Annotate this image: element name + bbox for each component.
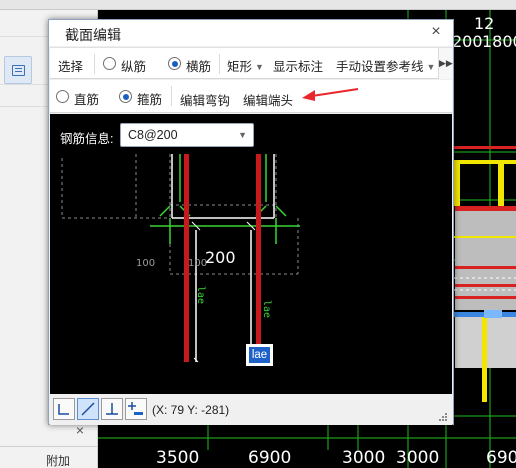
diagonal-line-icon bbox=[81, 402, 95, 416]
dim-small-left: 100 bbox=[136, 258, 155, 269]
rebar-info-label: 钢筋信息: bbox=[60, 132, 114, 146]
line-mode-button[interactable] bbox=[77, 398, 99, 420]
longitudinal-radio[interactable] bbox=[103, 57, 116, 70]
perpendicular-snap-button[interactable] bbox=[101, 398, 123, 420]
bottom-dim-5: 690 bbox=[486, 448, 516, 468]
cursor-coordinates: (X: 79 Y: -281) bbox=[152, 403, 230, 417]
toolbar-divider bbox=[171, 86, 172, 106]
status-bar: (X: 79 Y: -281) bbox=[50, 395, 452, 425]
ortho-mode-button[interactable] bbox=[53, 398, 75, 420]
dialog-title-bar[interactable]: 截面编辑 × bbox=[49, 20, 453, 46]
chevron-down-icon: ▼ bbox=[426, 62, 436, 72]
shape-dropdown[interactable]: 矩形 ▼ bbox=[227, 56, 264, 75]
toolbar-divider bbox=[94, 54, 95, 74]
add-point-button[interactable] bbox=[125, 398, 147, 420]
annotation-arrow-icon bbox=[302, 88, 359, 101]
transverse-label[interactable]: 横筋 bbox=[186, 56, 211, 75]
document-icon[interactable] bbox=[4, 56, 32, 84]
chevron-down-icon: ▼ bbox=[255, 62, 264, 72]
close-button[interactable]: × bbox=[427, 23, 445, 41]
edit-end-button[interactable]: 编辑端头 bbox=[243, 90, 293, 109]
top-dim-12: 12 bbox=[474, 14, 495, 33]
left-panel-divider bbox=[0, 446, 98, 447]
app-top-bar bbox=[0, 0, 516, 10]
stirrup-radio[interactable] bbox=[119, 90, 132, 103]
top-dim-200: 200 bbox=[452, 32, 483, 51]
toolbar-primary: 选择 纵筋 横筋 矩形 ▼ 显示标注 手动设置参考线 ▼ ▶▶ bbox=[50, 47, 453, 79]
edit-hook-button[interactable]: 编辑弯钩 bbox=[180, 90, 230, 109]
plus-line-icon bbox=[128, 402, 143, 415]
lae-label-right: lae bbox=[261, 300, 272, 318]
bottom-dim-2: 6900 bbox=[248, 448, 292, 468]
longitudinal-label[interactable]: 纵筋 bbox=[121, 56, 146, 75]
shape-dropdown-value: 矩形 bbox=[227, 60, 253, 74]
straight-bar-label[interactable]: 直筋 bbox=[74, 89, 99, 108]
toolbar-secondary: 直筋 箍筋 编辑弯钩 编辑端头 bbox=[50, 80, 452, 113]
rebar-info-value: C8@200 bbox=[128, 128, 178, 142]
resize-grip-icon[interactable] bbox=[438, 412, 448, 422]
panel-close-icon[interactable]: × bbox=[74, 423, 86, 437]
toolbar-divider bbox=[219, 54, 220, 74]
section-canvas[interactable]: 100 100 lae lae 钢筋信息: C8@200 ▼ 200 lae bbox=[50, 114, 452, 394]
corner-snap-icon bbox=[58, 404, 69, 415]
perpendicular-icon bbox=[106, 403, 118, 415]
manual-reference-label: 手动设置参考线 bbox=[336, 60, 424, 74]
manual-reference-dropdown[interactable]: 手动设置参考线 ▼ bbox=[336, 56, 435, 75]
top-dim-1800: 1800 bbox=[482, 32, 516, 51]
lae-tag[interactable]: lae bbox=[246, 344, 273, 366]
rebar-info-select[interactable]: C8@200 ▼ bbox=[120, 123, 254, 147]
bottom-dim-4: 3000 bbox=[396, 448, 440, 468]
dialog-title: 截面编辑 bbox=[65, 27, 121, 43]
section-edit-dialog: 截面编辑 × 选择 纵筋 横筋 矩形 ▼ 显示标注 手动设置参考线 ▼ ▶▶ 直筋 … bbox=[48, 19, 454, 425]
bottom-dim-1: 3500 bbox=[156, 448, 200, 468]
select-button[interactable]: 选择 bbox=[58, 56, 83, 75]
toolbar-overflow-button[interactable]: ▶▶ bbox=[438, 48, 453, 79]
lae-tag-text: lae bbox=[249, 347, 270, 363]
lae-label-left: lae bbox=[195, 286, 206, 304]
dimension-200: 200 bbox=[205, 248, 236, 267]
straight-bar-radio[interactable] bbox=[56, 90, 69, 103]
stirrup-label[interactable]: 箍筋 bbox=[137, 89, 162, 108]
transverse-radio[interactable] bbox=[168, 57, 181, 70]
show-annotation-button[interactable]: 显示标注 bbox=[273, 56, 323, 75]
chevron-down-icon: ▼ bbox=[238, 130, 247, 140]
bottom-dim-3: 3000 bbox=[342, 448, 386, 468]
attach-tab[interactable]: 附加 bbox=[46, 452, 70, 468]
